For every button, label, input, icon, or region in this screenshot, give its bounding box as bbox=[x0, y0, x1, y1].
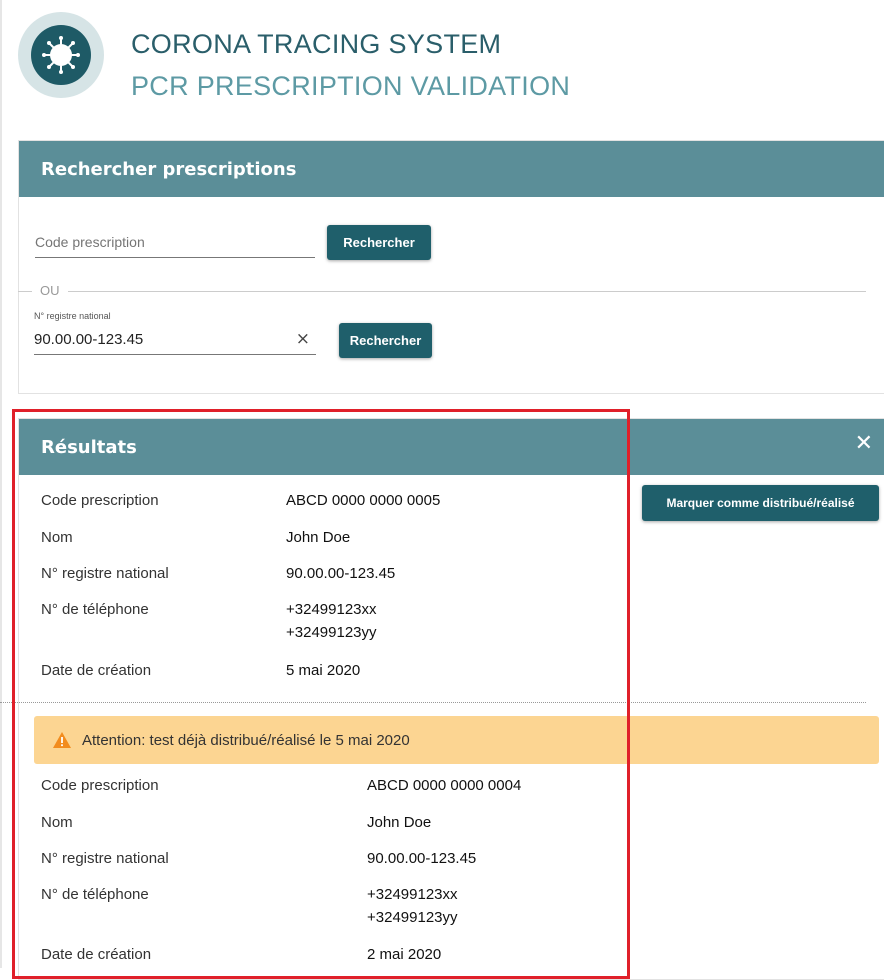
date-label: Date de création bbox=[41, 662, 152, 679]
app-title: CORONA TRACING SYSTEM bbox=[131, 29, 502, 59]
phone-label: N° de téléphone bbox=[41, 601, 149, 618]
nrn-row-label: N° registre national bbox=[41, 565, 169, 582]
or-label: OU bbox=[40, 283, 60, 298]
nrn-label: N° registre national bbox=[34, 311, 111, 321]
code-prescription-input[interactable] bbox=[35, 229, 315, 255]
date-value: 5 mai 2020 bbox=[286, 662, 361, 679]
phone-value-2: +32499123yy bbox=[367, 909, 458, 926]
phone-value-2: +32499123yy bbox=[286, 624, 377, 641]
app-header: CORONA TRACING SYSTEM PCR PRESCRIPTION V… bbox=[18, 12, 878, 117]
code-prescription-field[interactable] bbox=[35, 229, 315, 258]
nrn-value: 90.00.00-123.45 bbox=[286, 565, 396, 582]
name-label: Nom bbox=[41, 529, 73, 546]
warning-banner: Attention: test déjà distribué/réalisé l… bbox=[34, 716, 879, 764]
code-prescription-label: Code prescription bbox=[41, 492, 159, 509]
virus-icon bbox=[42, 36, 80, 74]
results-panel-header: Résultats ✕ bbox=[19, 419, 884, 475]
phone-value-1: +32499123xx bbox=[286, 601, 377, 618]
results-divider bbox=[0, 702, 866, 703]
logo bbox=[18, 12, 104, 98]
left-edge bbox=[0, 0, 2, 968]
date-value: 2 mai 2020 bbox=[367, 946, 442, 963]
close-icon[interactable]: ✕ bbox=[855, 431, 873, 456]
phone-value-1: +32499123xx bbox=[367, 886, 458, 903]
results-title: Résultats bbox=[41, 436, 137, 458]
code-prescription-label: Code prescription bbox=[41, 777, 159, 794]
name-value: John Doe bbox=[286, 529, 351, 546]
name-value: John Doe bbox=[367, 814, 432, 831]
name-label: Nom bbox=[41, 814, 73, 831]
warning-icon bbox=[53, 732, 71, 748]
nrn-field[interactable]: × bbox=[34, 326, 316, 355]
warning-text: Attention: test déjà distribué/réalisé l… bbox=[82, 731, 410, 749]
app-subtitle: PCR PRESCRIPTION VALIDATION bbox=[131, 71, 571, 101]
nrn-value: 90.00.00-123.45 bbox=[367, 850, 477, 867]
mark-distributed-button[interactable]: Marquer comme distribué/réalisé bbox=[642, 485, 879, 521]
search-nrn-button[interactable]: Rechercher bbox=[339, 323, 432, 358]
clear-icon[interactable]: × bbox=[296, 329, 310, 349]
code-prescription-value: ABCD 0000 0000 0005 bbox=[286, 492, 441, 509]
search-panel: Rechercher prescriptions Rechercher Rech… bbox=[18, 140, 884, 394]
search-panel-title: Rechercher prescriptions bbox=[19, 141, 884, 197]
code-prescription-value: ABCD 0000 0000 0004 bbox=[367, 777, 522, 794]
nrn-row-label: N° registre national bbox=[41, 850, 169, 867]
nrn-input[interactable] bbox=[34, 326, 284, 352]
phone-label: N° de téléphone bbox=[41, 886, 149, 903]
search-code-button[interactable]: Rechercher bbox=[327, 225, 431, 260]
date-label: Date de création bbox=[41, 946, 152, 963]
